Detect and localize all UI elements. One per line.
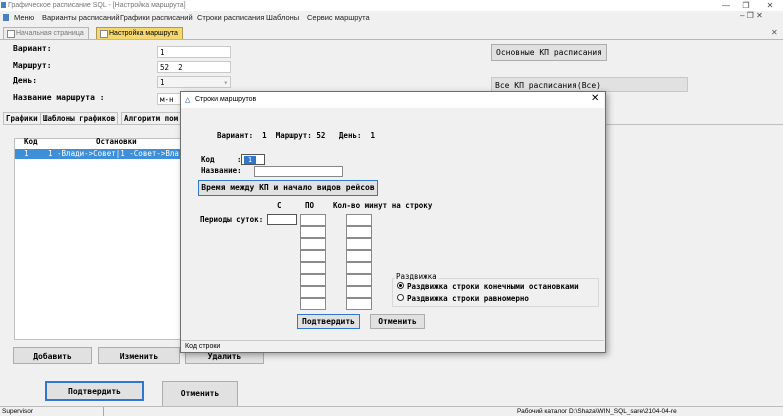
code-label: Код bbox=[201, 155, 215, 164]
title-bar: Графическое расписание SQL - [Настройка … bbox=[0, 0, 783, 11]
dialog-status-text: Код строки bbox=[185, 343, 221, 350]
tab-route-settings-label: Настройка маршрута bbox=[109, 30, 178, 37]
period-minutes-field[interactable] bbox=[346, 298, 372, 310]
period-to-field[interactable] bbox=[300, 226, 326, 238]
period-to-field[interactable] bbox=[300, 274, 326, 286]
grid-col-code: Код bbox=[24, 137, 38, 146]
col-from: С bbox=[277, 201, 282, 210]
route-direction: 2 bbox=[178, 63, 183, 72]
period-minutes-field[interactable] bbox=[346, 214, 372, 226]
period-to-field[interactable] bbox=[300, 214, 326, 226]
dialog-status: Код строки bbox=[181, 340, 604, 352]
variant-field[interactable]: 1 bbox=[157, 46, 231, 58]
close-tab-icon[interactable]: ✕ bbox=[771, 28, 778, 37]
period-from-field[interactable] bbox=[267, 214, 297, 225]
routes-grid[interactable] bbox=[14, 138, 188, 340]
period-to-field[interactable] bbox=[300, 286, 326, 298]
menu-main[interactable]: Меню bbox=[14, 11, 34, 25]
cancel-button[interactable]: Отменить bbox=[162, 381, 238, 407]
route-number: 52 bbox=[160, 63, 170, 72]
page-icon bbox=[7, 30, 15, 38]
maximize-button[interactable]: ❐ bbox=[736, 0, 756, 11]
add-button[interactable]: Добавить bbox=[13, 347, 92, 364]
period-to-field[interactable] bbox=[300, 298, 326, 310]
menu-templates[interactable]: Шаблоны bbox=[266, 11, 299, 25]
name-label: Название: bbox=[201, 166, 242, 175]
tab-algorithm[interactable]: Алгоритм пом bbox=[121, 112, 182, 124]
confirm-button[interactable]: Подтвердить bbox=[45, 381, 144, 401]
tab-graphs[interactable]: Графики bbox=[3, 112, 41, 124]
spread-group-label: Раздвижка bbox=[395, 272, 438, 281]
radio-dot-icon bbox=[399, 284, 402, 287]
minimize-button[interactable]: — bbox=[716, 0, 736, 11]
route-field[interactable]: 52 2 bbox=[157, 61, 231, 73]
grid-col-stops: Остановки bbox=[96, 137, 137, 146]
window-title: Графическое расписание SQL - [Настройка … bbox=[8, 2, 186, 9]
route-label: Маршрут: bbox=[13, 61, 52, 70]
dialog-close-icon[interactable]: ✕ bbox=[591, 93, 599, 104]
all-kp-label: Все КП расписания(Все) bbox=[491, 77, 688, 92]
period-to-field[interactable] bbox=[300, 250, 326, 262]
menu-graphs[interactable]: Графики расписаний bbox=[120, 11, 193, 25]
radio-uniform-label: Раздвижка строки равномерно bbox=[407, 294, 529, 303]
app-icon bbox=[1, 2, 6, 8]
tab-graph-templates[interactable]: Шаблоны графиков bbox=[40, 112, 119, 124]
period-to-field[interactable] bbox=[300, 262, 326, 274]
period-minutes-field[interactable] bbox=[346, 286, 372, 298]
dialog-title: Строки маршрутов bbox=[195, 96, 257, 103]
col-minutes: Кол-во минут на строку bbox=[333, 201, 433, 210]
col-to: ПО bbox=[305, 201, 315, 210]
route-name-label: Название маршрута : bbox=[13, 93, 105, 102]
periods-label: Периоды суток: bbox=[200, 215, 264, 224]
radio-uniform[interactable] bbox=[397, 294, 404, 301]
code-value: 1 bbox=[244, 156, 256, 164]
period-to-field[interactable] bbox=[300, 238, 326, 250]
period-minutes-field[interactable] bbox=[346, 274, 372, 286]
dialog-cancel-button[interactable]: Отменить bbox=[370, 314, 425, 329]
tab-route-settings[interactable]: Настройка маршрута bbox=[96, 27, 183, 39]
day-select[interactable]: 1 ▾ bbox=[157, 76, 231, 88]
time-between-kp-button[interactable]: Время между КП и начало видов рейсов bbox=[198, 180, 378, 196]
day-value: 1 bbox=[160, 78, 165, 87]
period-minutes-field[interactable] bbox=[346, 238, 372, 250]
route-name-field[interactable]: м-н bbox=[157, 93, 181, 105]
tab-home[interactable]: Начальная страница bbox=[3, 27, 89, 39]
close-button[interactable]: ✕ bbox=[760, 0, 780, 11]
tab-home-label: Начальная страница bbox=[16, 30, 84, 37]
dialog-header: Вариант: 1 Маршрут: 52 День: 1 bbox=[217, 131, 376, 140]
page-icon bbox=[100, 30, 108, 38]
row-stops: 1 -Влади->Совет|1 -Совет->Вла bbox=[48, 149, 179, 158]
mdi-icon bbox=[3, 14, 9, 21]
dialog-title-bar: △ Строки маршрутов ✕ bbox=[181, 92, 604, 108]
edit-button[interactable]: Изменить bbox=[98, 347, 180, 364]
period-minutes-field[interactable] bbox=[346, 262, 372, 274]
table-row[interactable]: 1 1 -Влади->Совет|1 -Совет->Вла bbox=[15, 149, 185, 159]
name-field[interactable] bbox=[254, 166, 343, 177]
menu-route-service[interactable]: Сервис маршрута bbox=[307, 11, 370, 25]
code-field[interactable]: 1 bbox=[241, 154, 265, 165]
mdi-restore-icon[interactable]: – ❐ ✕ bbox=[740, 11, 763, 20]
main-kp-button[interactable]: Основные КП расписания bbox=[491, 44, 607, 61]
row-code: 1 bbox=[24, 149, 29, 158]
radio-end-stops-label: Раздвижка строки конечными остановками bbox=[407, 282, 579, 291]
variant-label: Вариант: bbox=[13, 44, 52, 53]
period-minutes-field[interactable] bbox=[346, 250, 372, 262]
chevron-down-icon: ▾ bbox=[223, 78, 228, 87]
menu-variants[interactable]: Варианты расписаний bbox=[42, 11, 120, 25]
dialog-confirm-button[interactable]: Подтвердить bbox=[297, 314, 360, 329]
day-label: День: bbox=[13, 76, 38, 85]
radio-end-stops[interactable] bbox=[397, 282, 404, 289]
menu-rows[interactable]: Строки расписания bbox=[197, 11, 264, 25]
period-minutes-field[interactable] bbox=[346, 226, 372, 238]
warning-triangle-icon: △ bbox=[185, 95, 191, 105]
